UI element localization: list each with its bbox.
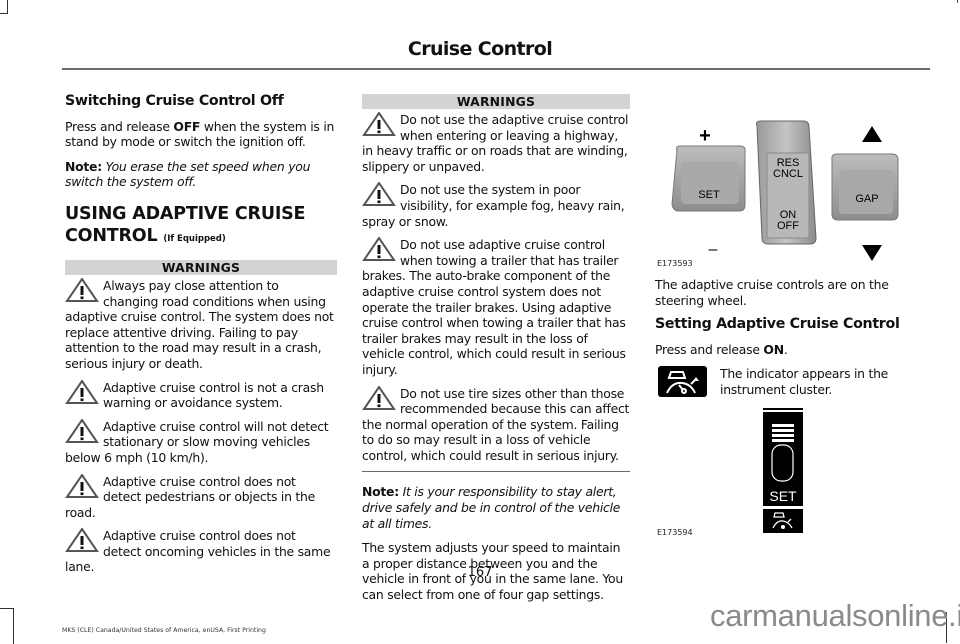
adaptive-cruise-indicator-icon [658, 366, 707, 398]
warning-text: Adaptive cruise control will not detect … [65, 418, 329, 465]
warning-item: Adaptive cruise control is not a crash w… [65, 378, 337, 411]
warning-text: Adaptive cruise control does not detect … [65, 473, 316, 520]
gap-down-arrow-icon [862, 245, 882, 261]
warning-item: Do not use tire sizes other than those r… [362, 384, 630, 464]
print-info: MKS (CLE) Canada/United States of Americ… [62, 627, 266, 634]
column-right: SET + – RES CNCL ON OFF GAP E173593 The … [655, 118, 930, 549]
note-responsibility: Note: It is your responsibility to stay … [362, 484, 630, 531]
crop-mark-bottom-left [0, 608, 14, 644]
set-button: SET [671, 145, 746, 212]
watermark[interactable]: carmanualsonline.info [710, 598, 960, 634]
note-label: Note: [362, 484, 399, 500]
figure-id: E173593 [657, 259, 693, 268]
warning-item: Adaptive cruise control does not detect … [65, 472, 337, 521]
chapter-heading: USING ADAPTIVE CRUISE CONTROL (If Equipp… [65, 203, 337, 250]
warning-triangle-icon [65, 417, 99, 443]
warnings-list: Do not use the adaptive cruise control w… [362, 111, 630, 464]
res-cncl-on-off-rocker: RES CNCL ON OFF [756, 120, 817, 245]
gap-button: GAP [831, 153, 899, 221]
note-label: Note: [65, 158, 102, 174]
switch-off-paragraph: Press and release OFF when the system is… [65, 119, 337, 150]
warning-text: Do not use the adaptive cruise control w… [362, 112, 629, 174]
warning-triangle-icon [362, 181, 396, 207]
warning-text: Do not use adaptive cruise control when … [362, 237, 626, 377]
warning-triangle-icon [65, 527, 99, 553]
text-run: Press and release [655, 341, 764, 357]
cncl-label: CNCL [773, 168, 803, 180]
warning-item: Do not use the adaptive cruise control w… [362, 111, 630, 174]
figure-id: E173594 [657, 527, 693, 537]
note-text: It is your responsibility to stay alert,… [362, 484, 621, 531]
gap-label: GAP [855, 193, 878, 205]
warning-triangle-icon [65, 472, 99, 498]
cluster-display-illustration: SET [763, 407, 803, 533]
warning-item: Do not use the system in poor visibility… [362, 181, 630, 229]
warnings-banner: WARNINGS [65, 259, 337, 275]
warning-text: Adaptive cruise control is not a crash w… [103, 379, 324, 411]
off-keyword: OFF [173, 118, 201, 134]
indicator-row: The indicator appears in the instrument … [655, 366, 930, 398]
warning-item: Adaptive cruise control will not detect … [65, 417, 337, 466]
cluster-set-label: SET [769, 488, 797, 504]
warning-triangle-icon [362, 236, 396, 262]
warnings-banner: WARNINGS [362, 94, 630, 109]
note-switch-off: Note: You erase the set speed when you s… [65, 159, 337, 190]
header-divider [62, 68, 930, 70]
section-heading-setting-acc: Setting Adaptive Cruise Control [655, 316, 900, 333]
set-label: SET [698, 189, 720, 201]
page-number: 167 [467, 565, 493, 580]
crop-mark-top-left [0, 0, 8, 14]
warning-item: Always pay close attention to changing r… [65, 277, 337, 372]
warnings-list: Always pay close attention to changing r… [65, 277, 337, 575]
warning-triangle-icon [65, 378, 99, 404]
section-heading-switching-off: Switching Cruise Control Off [65, 93, 284, 109]
warning-text: Do not use the system in poor visibility… [362, 182, 625, 229]
warnings-end-divider [362, 471, 630, 473]
gap-up-arrow-icon [862, 126, 882, 142]
press-on-paragraph: Press and release ON. [655, 342, 930, 358]
if-equipped-qualifier: (If Equipped) [163, 233, 226, 244]
column-left: Switching Cruise Control Off Press and r… [65, 93, 337, 583]
minus-symbol: – [709, 241, 718, 258]
warning-triangle-icon [362, 111, 396, 136]
text-run: Press and release [65, 118, 174, 134]
text-run: . [783, 341, 788, 357]
on-keyword: ON [763, 341, 784, 357]
warning-item: Do not use adaptive cruise control when … [362, 236, 630, 377]
warning-text: Do not use tire sizes other than those r… [362, 385, 630, 463]
controls-caption: The adaptive cruise controls are on the … [655, 277, 889, 308]
figure-cruise-controls: SET + – RES CNCL ON OFF GAP E173593 [655, 118, 930, 268]
off-label: OFF [777, 220, 799, 232]
page-header-title: Cruise Control [407, 38, 553, 60]
steering-wheel-controls-illustration: SET + – RES CNCL ON OFF GAP [671, 120, 899, 261]
figure-instrument-cluster: SET E173594 [655, 404, 930, 549]
warning-text: Always pay close attention to changing r… [65, 277, 334, 371]
warning-triangle-icon [65, 277, 99, 302]
plus-symbol: + [699, 125, 711, 147]
note-text: You erase the set speed when you switch … [65, 158, 311, 190]
warning-triangle-icon [362, 384, 396, 410]
column-middle: WARNINGS Do not use the adaptive cruise … [362, 94, 630, 612]
crop-mark-top-right [957, 0, 958, 3]
